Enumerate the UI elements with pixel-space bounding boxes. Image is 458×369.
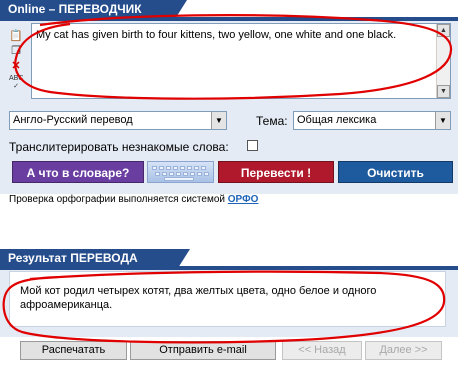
direction-select-value: Англо-Русский перевод: [13, 114, 133, 126]
orfo-link[interactable]: ОРФО: [228, 194, 259, 205]
spell-check-note: Проверка орфографии выполняется системой…: [9, 194, 258, 205]
clear-button[interactable]: Очистить: [338, 161, 453, 183]
print-button[interactable]: Распечатать: [20, 341, 127, 360]
source-scrollbar[interactable]: ▲ ▼: [436, 24, 450, 98]
result-header-line: [0, 266, 458, 270]
scroll-up-icon[interactable]: ▲: [437, 24, 450, 37]
spellcheck-icon[interactable]: ABC ✓: [9, 75, 23, 91]
delete-icon[interactable]: ✕: [9, 60, 23, 72]
result-box: Мой кот родил четырех котят, два желтых …: [9, 271, 446, 327]
result-text: Мой кот родил четырех котят, два желтых …: [20, 285, 377, 311]
transliterate-label: Транслитерировать незнакомые слова:: [9, 140, 229, 154]
send-email-button[interactable]: Отправить e-mail: [130, 341, 276, 360]
source-text-area[interactable]: My cat has given birth to four kittens, …: [31, 23, 451, 99]
topic-label: Тема:: [256, 114, 288, 128]
chevron-down-icon[interactable]: ▼: [435, 112, 450, 129]
source-text[interactable]: My cat has given birth to four kittens, …: [36, 28, 432, 42]
paste-icon[interactable]: 📋: [9, 30, 23, 42]
back-button[interactable]: << Назад: [282, 341, 362, 360]
scroll-down-icon[interactable]: ▼: [437, 85, 450, 98]
topic-select[interactable]: Общая лексика ▼: [293, 111, 451, 130]
chevron-down-icon[interactable]: ▼: [211, 112, 226, 129]
spell-check-prefix: Проверка орфографии выполняется системой: [9, 194, 225, 205]
result-header-title: Результат ПЕРЕВОДА: [8, 251, 138, 265]
copy-icon[interactable]: ❐: [9, 45, 23, 57]
dictionary-button[interactable]: А что в словаре?: [12, 161, 144, 183]
direction-select[interactable]: Англо-Русский перевод ▼: [9, 111, 227, 130]
keyboard-icon[interactable]: [147, 161, 214, 183]
translator-header-title: Online – ПЕРЕВОДЧИК: [8, 2, 142, 16]
topic-select-value: Общая лексика: [297, 114, 377, 126]
translate-button[interactable]: Перевести !: [218, 161, 334, 183]
transliterate-checkbox[interactable]: [247, 140, 258, 151]
translator-header-line: [0, 17, 458, 21]
next-button[interactable]: Далее >>: [365, 341, 442, 360]
